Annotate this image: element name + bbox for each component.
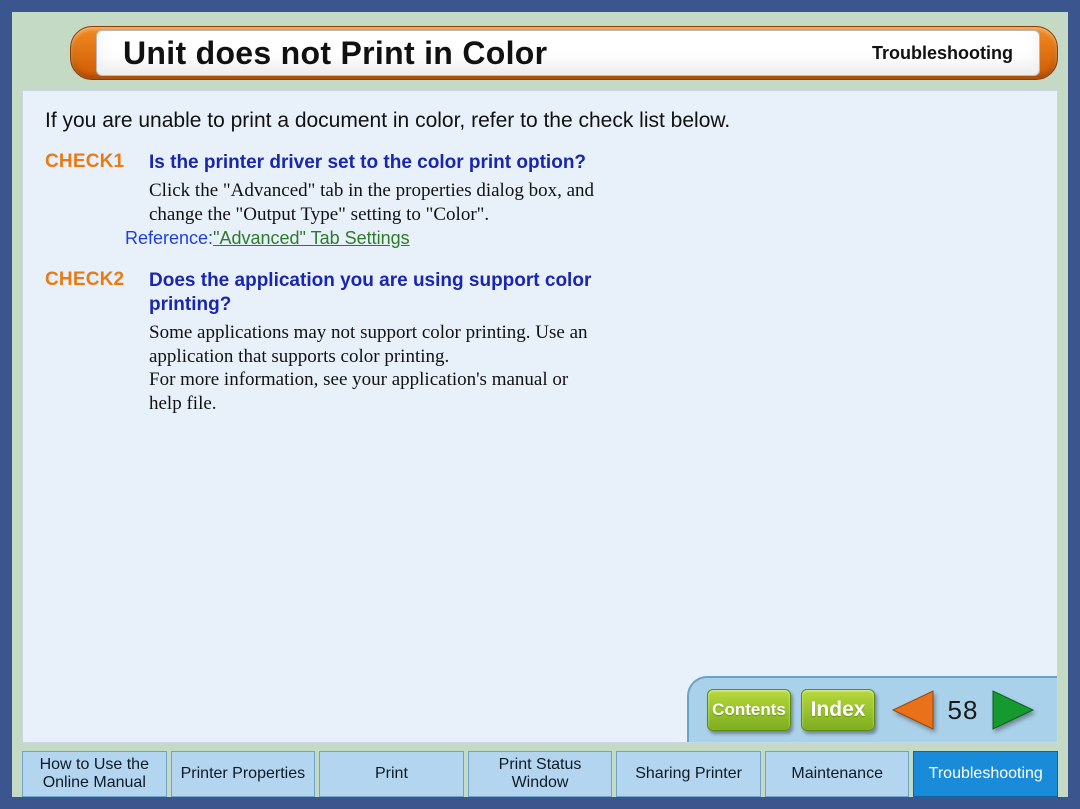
- reference-label: Reference:: [125, 228, 213, 248]
- section-label: Troubleshooting: [872, 43, 1013, 64]
- check-question: Is the printer driver set to the color p…: [149, 151, 586, 175]
- tab-printer-properties[interactable]: Printer Properties: [171, 751, 316, 797]
- page-nav-panel: Contents Index 58: [687, 676, 1057, 742]
- check-body: Some applications may not support color …: [149, 321, 600, 416]
- title-inner: Unit does not Print in Color Troubleshoo…: [96, 30, 1040, 76]
- reference-link[interactable]: "Advanced" Tab Settings: [213, 228, 410, 248]
- check-question: Does the application you are using suppo…: [149, 269, 600, 317]
- tab-print[interactable]: Print: [319, 751, 464, 797]
- page-frame: Unit does not Print in Color Troubleshoo…: [12, 12, 1068, 797]
- window-chrome: Unit does not Print in Color Troubleshoo…: [0, 0, 1080, 809]
- check-item: CHECK2 Does the application you are usin…: [45, 269, 600, 416]
- check-label: CHECK1: [45, 151, 137, 173]
- check-item: CHECK1 Is the printer driver set to the …: [45, 151, 600, 249]
- tab-print-status-window[interactable]: Print Status Window: [468, 751, 613, 797]
- tab-how-to-use[interactable]: How to Use the Online Manual: [22, 751, 167, 797]
- page-number: 58: [943, 695, 983, 726]
- tab-sharing-printer[interactable]: Sharing Printer: [616, 751, 761, 797]
- tab-troubleshooting[interactable]: Troubleshooting: [913, 751, 1058, 797]
- check-label: CHECK2: [45, 269, 137, 291]
- title-bar: Unit does not Print in Color Troubleshoo…: [12, 12, 1068, 90]
- index-button[interactable]: Index: [801, 689, 875, 731]
- reference-row: Reference:"Advanced" Tab Settings: [125, 228, 600, 249]
- next-page-arrow-icon[interactable]: [991, 689, 1037, 731]
- prev-page-arrow-icon[interactable]: [889, 689, 935, 731]
- contents-button[interactable]: Contents: [707, 689, 791, 731]
- check-body: Click the "Advanced" tab in the properti…: [149, 179, 600, 227]
- content-area: If you are unable to print a document in…: [22, 90, 1058, 743]
- page-title: Unit does not Print in Color: [123, 35, 547, 72]
- tab-maintenance[interactable]: Maintenance: [765, 751, 910, 797]
- bottom-tabs: How to Use the Online Manual Printer Pro…: [22, 751, 1058, 797]
- intro-text: If you are unable to print a document in…: [45, 109, 1035, 133]
